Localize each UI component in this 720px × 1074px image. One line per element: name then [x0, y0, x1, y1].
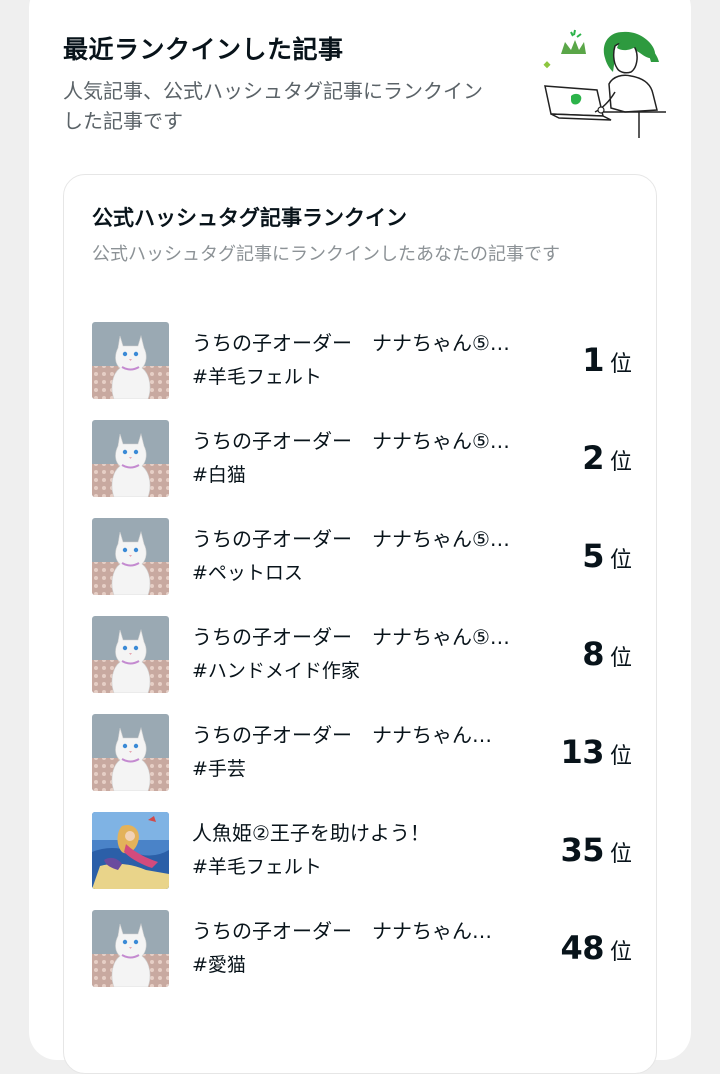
rank-position: 8 位 [582, 635, 632, 673]
ranking-card: 最近ランクインした記事 人気記事、公式ハッシュタグ記事にランクインした記事です … [29, 0, 691, 1074]
ranking-item[interactable]: うちの子オーダー ナナちゃん… #手芸 13 位 [92, 703, 632, 801]
article-hashtag: #羊毛フェルト [192, 856, 322, 878]
hashtag-ranking-section: 公式ハッシュタグ記事ランクイン 公式ハッシュタグ記事にランクインしたあなたの記事… [63, 174, 657, 1074]
white-cat-image [92, 321, 169, 399]
article-hashtag: #ハンドメイド作家 [192, 660, 360, 682]
article-hashtag: #ペットロス [192, 562, 303, 584]
white-cat-image [92, 419, 169, 497]
section-subtitle: 公式ハッシュタグ記事にランクインしたあなたの記事です [92, 244, 560, 265]
article-thumbnail [92, 713, 169, 791]
rank-unit-label: 位 [609, 450, 632, 475]
page-subtitle: 人気記事、公式ハッシュタグ記事にランクインした記事です [63, 79, 483, 133]
rank-number: 35 [560, 831, 604, 869]
rank-number: 5 [582, 537, 604, 575]
white-cat-image [92, 909, 169, 987]
article-title: うちの子オーダー ナナちゃん⑤… [192, 527, 510, 551]
ranking-item[interactable]: うちの子オーダー ナナちゃん⑤… #ハンドメイド作家 8 位 [92, 605, 632, 703]
article-thumbnail [92, 811, 169, 889]
rank-position: 5 位 [582, 537, 632, 575]
article-thumbnail [92, 517, 169, 595]
article-hashtag: #白猫 [192, 464, 246, 486]
rank-unit-label: 位 [609, 646, 632, 671]
article-title: うちの子オーダー ナナちゃん… [192, 919, 492, 943]
rank-position: 2 位 [582, 439, 632, 477]
page-title: 最近ランクインした記事 [63, 35, 344, 64]
article-title: うちの子オーダー ナナちゃん… [192, 723, 492, 747]
article-hashtag: #羊毛フェルト [192, 366, 322, 388]
ranking-item[interactable]: うちの子オーダー ナナちゃん⑤… #羊毛フェルト 1 位 [92, 311, 632, 409]
rank-number: 1 [582, 341, 604, 379]
article-hashtag: #手芸 [192, 758, 246, 780]
ranking-item[interactable]: うちの子オーダー ナナちゃん… #愛猫 48 位 [92, 899, 632, 997]
rank-number: 2 [582, 439, 604, 477]
article-title: 人魚姫②王子を助けよう！ [192, 821, 430, 845]
white-cat-image [92, 713, 169, 791]
ranking-item[interactable]: うちの子オーダー ナナちゃん⑤… #ペットロス 5 位 [92, 507, 632, 605]
rank-position: 35 位 [560, 831, 632, 869]
rank-position: 48 位 [560, 929, 632, 967]
rank-unit-label: 位 [609, 744, 632, 769]
ranking-item[interactable]: 人魚姫②王子を助けよう！ #羊毛フェルト 35 位 [92, 801, 632, 899]
ranking-item[interactable]: うちの子オーダー ナナちゃん⑤… #白猫 2 位 [92, 409, 632, 507]
article-thumbnail [92, 419, 169, 497]
white-cat-image [92, 517, 169, 595]
rank-number: 13 [560, 733, 604, 771]
mermaid-image [92, 811, 169, 889]
article-title: うちの子オーダー ナナちゃん⑤… [192, 331, 510, 355]
rank-position: 1 位 [582, 341, 632, 379]
section-title: 公式ハッシュタグ記事ランクイン [92, 206, 407, 230]
article-thumbnail [92, 909, 169, 987]
rank-number: 8 [582, 635, 604, 673]
rank-unit-label: 位 [609, 842, 632, 867]
person-laptop-illustration [543, 29, 666, 138]
article-title: うちの子オーダー ナナちゃん⑤… [192, 429, 510, 453]
rank-unit-label: 位 [609, 352, 632, 377]
rank-position: 13 位 [560, 733, 632, 771]
article-thumbnail [92, 615, 169, 693]
article-thumbnail [92, 321, 169, 399]
crown-icon [561, 40, 586, 54]
rank-unit-label: 位 [609, 940, 632, 965]
ranking-list: うちの子オーダー ナナちゃん⑤… #羊毛フェルト 1 位 うちの子オーダー ナナ… [92, 311, 632, 997]
rank-unit-label: 位 [609, 548, 632, 573]
article-title: うちの子オーダー ナナちゃん⑤… [192, 625, 510, 649]
article-hashtag: #愛猫 [192, 954, 246, 976]
rank-number: 48 [560, 929, 604, 967]
white-cat-image [92, 615, 169, 693]
